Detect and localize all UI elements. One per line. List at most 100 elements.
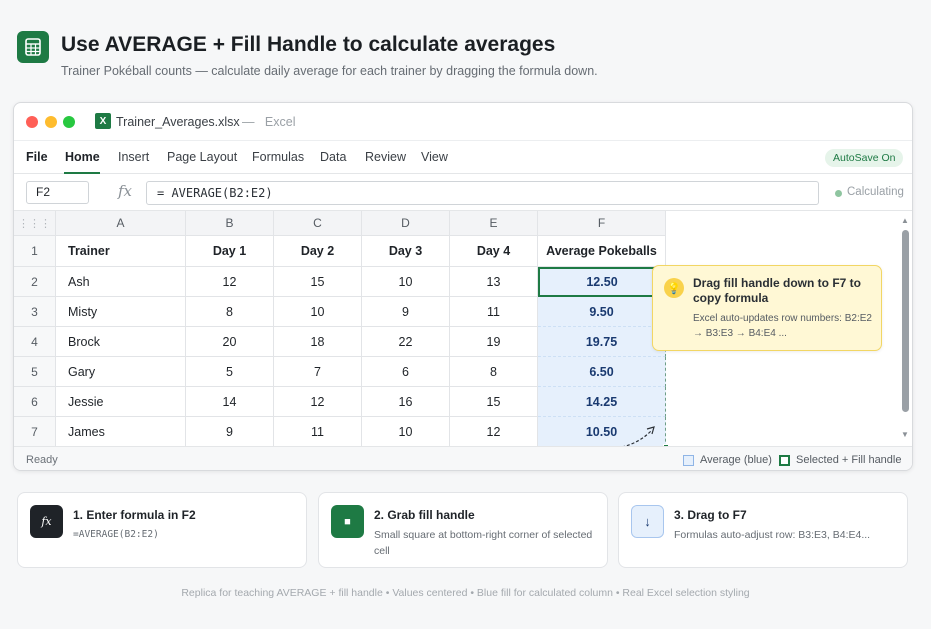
table-cell[interactable]: 14	[186, 387, 274, 417]
column-header-d[interactable]: D	[362, 211, 450, 236]
header-cell[interactable]: Average Pokeballs	[538, 236, 666, 267]
close-window-button[interactable]	[26, 116, 38, 128]
ribbon-tabs: File Home Insert Page Layout Formulas Da…	[14, 141, 912, 174]
average-cell[interactable]: 14.25	[538, 387, 666, 417]
fill-handle-icon: ■	[331, 505, 364, 538]
table-cell[interactable]: 8	[450, 357, 538, 387]
table-cell[interactable]: 9	[362, 297, 450, 327]
table-cell[interactable]: 12	[274, 387, 362, 417]
table-cell[interactable]: 10	[362, 267, 450, 297]
header-cell[interactable]: Day 4	[450, 236, 538, 267]
tooltip-title: Drag fill handle down to F7 to copy form…	[693, 276, 861, 305]
column-header-a[interactable]: A	[56, 211, 186, 236]
table-cell[interactable]: 7	[274, 357, 362, 387]
table-cell[interactable]: 15	[274, 267, 362, 297]
tab-data[interactable]: Data	[320, 150, 346, 164]
row-header[interactable]: 4	[14, 327, 56, 357]
spreadsheet-icon	[17, 31, 49, 63]
average-cell[interactable]: 19.75	[538, 327, 666, 357]
file-name: Trainer_Averages.xlsx	[116, 115, 240, 129]
average-cell[interactable]: 6.50	[538, 357, 666, 387]
tab-insert[interactable]: Insert	[118, 150, 149, 164]
selection-swatch-icon	[779, 455, 790, 466]
status-dot-icon	[835, 190, 842, 197]
row-header[interactable]: 1	[14, 236, 56, 267]
name-box[interactable]: F2	[26, 181, 89, 204]
drag-arrow-icon	[621, 426, 655, 448]
step-card-2: ■ 2. Grab fill handle Small square at bo…	[318, 492, 608, 568]
scroll-thumb[interactable]	[902, 230, 909, 412]
ready-status: Ready	[26, 454, 58, 466]
lightbulb-icon: 💡	[664, 278, 684, 298]
table-cell[interactable]: 9	[186, 417, 274, 447]
table-cell[interactable]: 6	[362, 357, 450, 387]
tab-view[interactable]: View	[421, 150, 448, 164]
table-cell[interactable]: 8	[186, 297, 274, 327]
step-card-1: fx 1. Enter formula in F2 =AVERAGE(B2:E2…	[17, 492, 307, 568]
table-cell[interactable]: 22	[362, 327, 450, 357]
table-cell[interactable]: 12	[450, 417, 538, 447]
header-cell[interactable]: Day 1	[186, 236, 274, 267]
scroll-up-icon[interactable]: ▲	[901, 216, 909, 225]
table-cell[interactable]: 11	[274, 417, 362, 447]
formula-input[interactable]: = AVERAGE(B2:E2)	[146, 181, 819, 205]
header-cell[interactable]: Day 2	[274, 236, 362, 267]
table-cell[interactable]: Misty	[56, 297, 186, 327]
average-cell[interactable]: 9.50	[538, 297, 666, 327]
step-description: Formulas auto-adjust row: B3:E3, B4:E4..…	[674, 529, 871, 541]
autosave-badge[interactable]: AutoSave On	[825, 149, 904, 167]
table-cell[interactable]: 10	[362, 417, 450, 447]
step-title: 1. Enter formula in F2	[73, 508, 196, 522]
arrow-down-icon: ↓	[631, 505, 664, 538]
table-cell[interactable]: 10	[274, 297, 362, 327]
table-cell[interactable]: 12	[186, 267, 274, 297]
table-cell[interactable]: 5	[186, 357, 274, 387]
column-header-e[interactable]: E	[450, 211, 538, 236]
step-card-3: ↓ 3. Drag to F7 Formulas auto-adjust row…	[618, 492, 908, 568]
table-cell[interactable]: 13	[450, 267, 538, 297]
table-cell[interactable]: 16	[362, 387, 450, 417]
function-icon[interactable]: fx	[118, 182, 132, 200]
tab-formulas[interactable]: Formulas	[252, 150, 304, 164]
row-header[interactable]: 7	[14, 417, 56, 447]
table-cell[interactable]: 15	[450, 387, 538, 417]
row-header[interactable]: 6	[14, 387, 56, 417]
table-cell[interactable]: 20	[186, 327, 274, 357]
table-cell[interactable]: Brock	[56, 327, 186, 357]
row-header[interactable]: 5	[14, 357, 56, 387]
header-cell[interactable]: Trainer	[56, 236, 186, 267]
title-bar: X Trainer_Averages.xlsx — Excel	[14, 103, 912, 141]
header-cell[interactable]: Day 3	[362, 236, 450, 267]
column-header-f[interactable]: F	[538, 211, 666, 236]
table-cell[interactable]: Jessie	[56, 387, 186, 417]
row-header[interactable]: 2	[14, 267, 56, 297]
table-cell[interactable]: Ash	[56, 267, 186, 297]
table-cell[interactable]: 11	[450, 297, 538, 327]
excel-icon: X	[95, 113, 111, 129]
vertical-scrollbar[interactable]: ▲ ▼	[901, 216, 911, 442]
tab-file[interactable]: File	[26, 150, 48, 164]
blue-swatch-icon	[683, 455, 694, 466]
column-header-c[interactable]: C	[274, 211, 362, 236]
row-header[interactable]: 3	[14, 297, 56, 327]
column-header-b[interactable]: B	[186, 211, 274, 236]
step-description: Small square at bottom-right corner of s…	[374, 529, 593, 557]
step-title: 2. Grab fill handle	[374, 508, 475, 522]
tab-home[interactable]: Home	[65, 150, 100, 164]
select-all-icon[interactable]: ⋮⋮⋮	[14, 211, 56, 236]
table-cell[interactable]: James	[56, 417, 186, 447]
legend-selected: Selected + Fill handle	[796, 454, 902, 466]
maximize-window-button[interactable]	[63, 116, 75, 128]
minimize-window-button[interactable]	[45, 116, 57, 128]
formula-bar: F2 fx = AVERAGE(B2:E2) Calculating	[14, 174, 912, 211]
tab-page-layout[interactable]: Page Layout	[167, 150, 237, 164]
app-name: — Excel	[242, 115, 296, 129]
hint-tooltip: 💡 Drag fill handle down to F7 to copy fo…	[652, 265, 882, 351]
table-cell[interactable]: Gary	[56, 357, 186, 387]
scroll-down-icon[interactable]: ▼	[901, 430, 909, 439]
table-cell[interactable]: 18	[274, 327, 362, 357]
function-icon: fx	[30, 505, 63, 538]
selected-cell[interactable]: 12.50	[538, 267, 666, 297]
tab-review[interactable]: Review	[365, 150, 406, 164]
table-cell[interactable]: 19	[450, 327, 538, 357]
